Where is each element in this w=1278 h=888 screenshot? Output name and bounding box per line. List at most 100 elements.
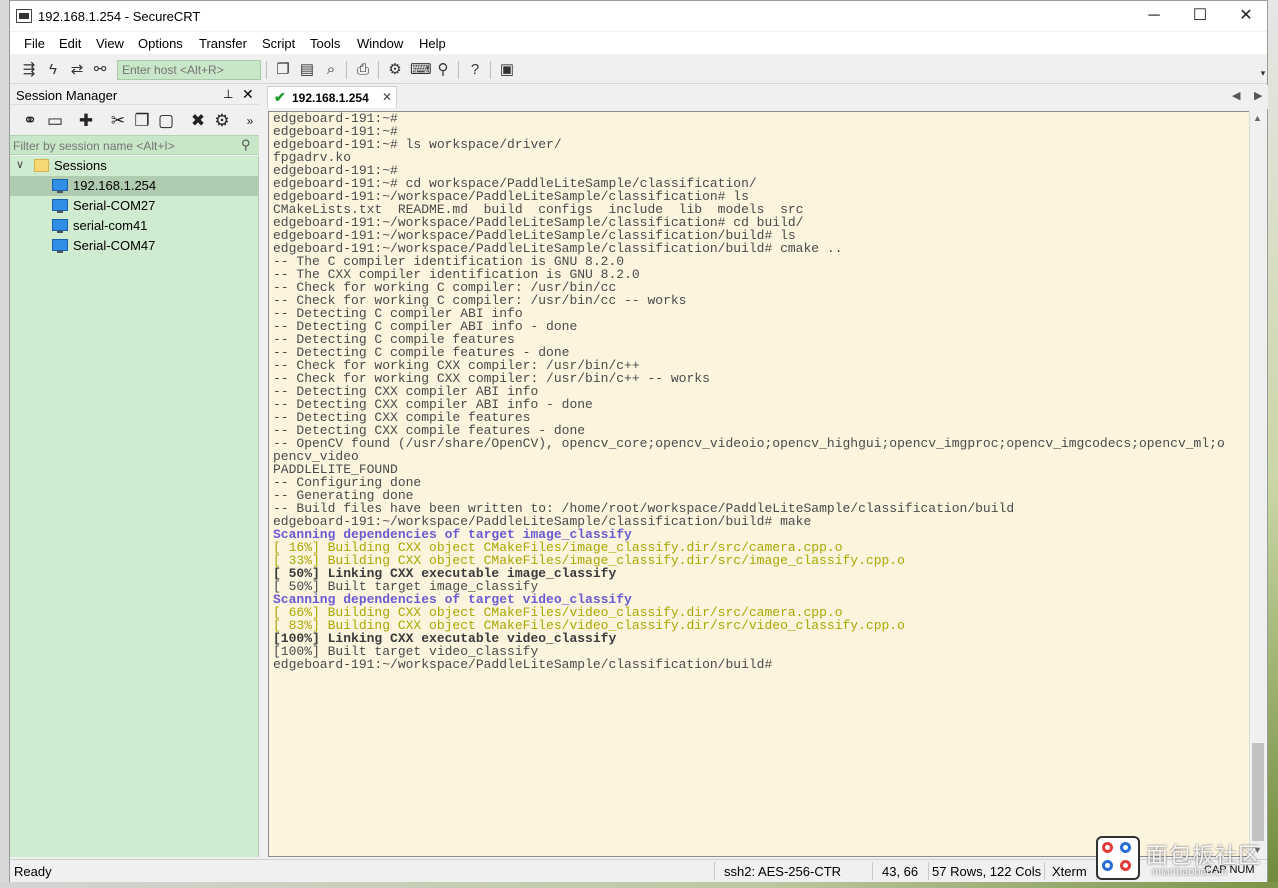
toolbar-separator	[266, 61, 267, 79]
copy-icon[interactable]: ❐	[274, 61, 292, 79]
tree-item-session[interactable]: Serial-COM47	[10, 236, 258, 256]
status-terminal-size: 57 Rows, 122 Cols	[932, 864, 1042, 879]
chevron-down-icon[interactable]: ∨	[16, 158, 24, 171]
tree-item-label: 192.168.1.254	[73, 178, 157, 193]
menu-view[interactable]: View	[96, 36, 124, 51]
desktop-right-edge	[1268, 0, 1278, 888]
tree-item-label: Serial-COM27	[73, 198, 156, 213]
monitor-icon	[52, 199, 68, 213]
tree-folder-sessions[interactable]: ∨ Sessions	[10, 156, 258, 176]
host-input[interactable]	[117, 60, 261, 80]
disconnect-icon[interactable]: ⚯	[91, 61, 109, 79]
tab-session[interactable]: ✔ 192.168.1.254 ✕	[267, 86, 397, 108]
terminal-line: edgeboard-191:~# ls workspace/driver/	[273, 137, 562, 152]
tab-label: 192.168.1.254	[292, 91, 369, 105]
toolbar-separator	[490, 61, 491, 79]
scroll-up-icon[interactable]: ▲	[1253, 113, 1262, 123]
cut-icon[interactable]: ✂	[108, 111, 128, 131]
menu-help[interactable]: Help	[419, 36, 446, 51]
session-manager-pane: Session Manager ⊥ ✕ ⚭ ▭ ✚ ✂ ❐ ▢ ✖ ⚙ » ⚲ …	[10, 85, 259, 857]
terminal-view[interactable]: edgeboard-191:~# edgeboard-191:~# edgeboar…	[268, 111, 1256, 857]
terminal-scrollbar[interactable]: ▲ ▼	[1249, 111, 1266, 857]
session-properties-icon[interactable]: ⚙	[212, 111, 232, 131]
menu-bar: File Edit View Options Transfer Script T…	[10, 32, 1267, 54]
paste-icon[interactable]: ▤	[298, 61, 316, 79]
menu-edit[interactable]: Edit	[59, 36, 81, 51]
paste-session-icon[interactable]: ▢	[156, 111, 176, 131]
connect-in-tab-icon[interactable]: ▭	[45, 111, 65, 131]
terminal-output: edgeboard-191:~# edgeboard-191:~# edgeboar…	[273, 112, 1225, 671]
tree-item-label: Serial-COM47	[73, 238, 156, 253]
terminal-line: -- Configuring done	[273, 475, 422, 490]
status-ready: Ready	[14, 864, 52, 879]
more-tools-icon[interactable]: »	[240, 111, 260, 131]
settings-icon[interactable]: ⚙	[386, 61, 404, 79]
keymap-icon[interactable]: ⌨	[410, 61, 432, 79]
logo-icon[interactable]: ▣	[498, 61, 516, 79]
status-separator	[872, 862, 873, 880]
monitor-icon	[52, 239, 68, 253]
sftp-icon[interactable]: ⚲	[434, 61, 452, 79]
help-icon[interactable]: ?	[466, 61, 484, 79]
session-manager-toolbar: ⚭ ▭ ✚ ✂ ❐ ▢ ✖ ⚙ »	[10, 107, 259, 135]
copy-session-icon[interactable]: ❐	[132, 111, 152, 131]
session-filter-input[interactable]	[13, 138, 233, 153]
tree-item-session[interactable]: serial-com41	[10, 216, 258, 236]
connect-session-icon[interactable]: ⚭	[20, 111, 40, 131]
status-cursor-position: 43, 66	[882, 864, 919, 879]
delete-session-icon[interactable]: ✖	[188, 111, 208, 131]
terminal-line: -- OpenCV found (/usr/share/OpenCV), ope…	[273, 436, 1225, 451]
tree-item-session[interactable]: 192.168.1.254	[10, 176, 258, 196]
menu-script[interactable]: Script	[262, 36, 295, 51]
session-tree: ∨ Sessions 192.168.1.254 Serial-COM27 se…	[10, 156, 259, 857]
session-manager-close-button[interactable]: ✕	[242, 86, 254, 103]
desktop-left-edge	[0, 0, 9, 888]
scrollbar-thumb[interactable]	[1252, 743, 1264, 841]
securecrt-app-icon	[16, 9, 32, 23]
menu-tools[interactable]: Tools	[310, 36, 340, 51]
tab-scroll-left-icon[interactable]: ◀	[1232, 89, 1240, 102]
watermark-logo-icon	[1096, 836, 1140, 880]
terminal-line: edgeboard-191:~/workspace/PaddleLiteSamp…	[273, 657, 773, 672]
window-title: 192.168.1.254 - SecureCRT	[38, 9, 201, 24]
tab-close-icon[interactable]: ✕	[382, 90, 392, 104]
toolbar-separator	[458, 61, 459, 79]
print-icon[interactable]: ⎙	[354, 61, 372, 79]
find-icon[interactable]: ⌕	[322, 61, 340, 79]
terminal-line: edgeboard-191:~#	[273, 111, 398, 126]
status-separator	[928, 862, 929, 880]
main-toolbar: ⇶ ϟ ⇄ ⚯ ❐ ▤ ⌕ ⎙ ⚙ ⌨ ⚲ ? ▣ ▾	[10, 56, 1267, 84]
menu-window[interactable]: Window	[357, 36, 403, 51]
status-terminal-type: Xterm	[1052, 864, 1087, 879]
pin-icon[interactable]: ⊥	[223, 87, 233, 101]
status-bar: Ready ssh2: AES-256-CTR 43, 66 57 Rows, …	[10, 859, 1267, 882]
minimize-button[interactable]: ─	[1131, 1, 1177, 31]
session-manager-header: Session Manager ⊥ ✕	[10, 85, 259, 105]
menu-transfer[interactable]: Transfer	[199, 36, 247, 51]
securecrt-window: 192.168.1.254 - SecureCRT ─ ☐ ✕ File Edi…	[9, 0, 1268, 882]
watermark-url: mianbaoban.cn	[1152, 866, 1228, 878]
tree-folder-label: Sessions	[54, 158, 107, 173]
desktop-bottom-edge	[0, 882, 1278, 888]
quick-connect-icon[interactable]: ϟ	[44, 61, 62, 79]
status-separator	[1044, 862, 1045, 880]
folder-icon	[34, 159, 49, 172]
maximize-button[interactable]: ☐	[1177, 1, 1223, 31]
status-encryption: ssh2: AES-256-CTR	[724, 864, 842, 879]
title-bar: 192.168.1.254 - SecureCRT ─ ☐ ✕	[10, 1, 1267, 31]
monitor-icon	[52, 179, 68, 193]
tree-item-label: serial-com41	[73, 218, 148, 233]
toolbar-overflow-icon[interactable]: ▾	[1254, 64, 1272, 82]
new-session-icon[interactable]: ✚	[76, 111, 96, 131]
tab-scroll-right-icon[interactable]: ▶	[1254, 89, 1262, 102]
close-button[interactable]: ✕	[1223, 1, 1269, 31]
tree-item-session[interactable]: Serial-COM27	[10, 196, 258, 216]
menu-file[interactable]: File	[24, 36, 45, 51]
terminal-line: pencv_video	[273, 449, 359, 464]
reconnect-icon[interactable]: ⇄	[68, 61, 86, 79]
connected-check-icon: ✔	[274, 89, 286, 105]
toolbar-separator	[346, 61, 347, 79]
status-separator	[714, 862, 715, 880]
menu-options[interactable]: Options	[138, 36, 183, 51]
connect-icon[interactable]: ⇶	[20, 61, 38, 79]
